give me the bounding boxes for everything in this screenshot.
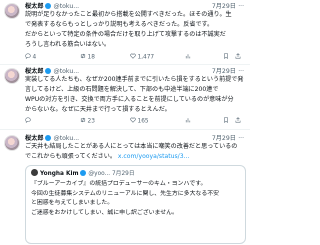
tweet-text-line: でこれからも頑張ってください。 x.com/yooya/status/3... xyxy=(25,152,246,162)
quoted-text-line: 今回の生徒募集システムのリニューアルに関し、先生方に多大なる不安 xyxy=(31,190,220,197)
tweet-text-line: ろうし言われる筋合いはない。 xyxy=(25,41,111,49)
quoted-avatar xyxy=(31,169,38,176)
views-icon xyxy=(185,118,191,123)
quoted-tweet-date: 7月29日 xyxy=(111,171,135,177)
retweet-count: 18 xyxy=(87,54,95,61)
verified-icon xyxy=(44,2,51,9)
tweet-text-line: 言してるけど、上級の石問題を解決して、下部のも中途半端に200連で xyxy=(25,86,219,94)
author-name[interactable]: 桜太郎 xyxy=(25,68,44,75)
tweet-text-line: 説明が足りなかったこと最初から搭載を公開すべきだった。ほその通り。生 xyxy=(25,11,232,18)
avatar[interactable] xyxy=(4,3,20,19)
tweet-text: 実装してる人たちも、なぜか200連手前までに引いたら損をするという前提で発 言し… xyxy=(25,75,246,115)
retweet-button[interactable]: 23 xyxy=(80,117,95,125)
share-icon xyxy=(235,117,241,123)
author-handle[interactable]: @toku... xyxy=(54,68,80,75)
reply-icon xyxy=(25,117,31,123)
heart-icon xyxy=(130,117,136,123)
tweet-2[interactable]: 桜太郎 @toku... 7月29日 ··· 実装してる人たちも、なぜか200連… xyxy=(0,65,250,117)
tweet-actions: 23 165 xyxy=(25,117,243,126)
bookmark-icon xyxy=(224,53,228,59)
reply-button[interactable]: 4 xyxy=(25,53,36,61)
tweet-actions: 4 18 1,477 xyxy=(25,53,243,62)
views-icon xyxy=(185,54,191,59)
share-icon xyxy=(235,53,241,59)
tweet-text: 説明が足りなかったこと最初から搭載を公開すべきだった。ほその通り。生 で発表する… xyxy=(25,10,246,50)
views-button[interactable] xyxy=(185,53,193,61)
quoted-author-handle: @yoo... xyxy=(88,171,111,177)
bookmark-button[interactable] xyxy=(223,117,231,125)
reply-button[interactable] xyxy=(25,117,33,125)
retweet-count: 23 xyxy=(87,118,95,125)
avatar[interactable] xyxy=(4,135,20,151)
tweet-text-line: 実装してる人たちも、なぜか200連手前までに引いたら損をするという前提で発 xyxy=(25,76,244,83)
retweet-icon xyxy=(80,53,86,59)
tweet-text: ご天井も結局したことがある人にとっては本当に嘲笑の改善だと思っているの でこれか… xyxy=(25,142,246,162)
quoted-tweet-header: Yongha Kim @yoo... 7月29日 xyxy=(31,169,135,178)
quoted-author-name: Yongha Kim xyxy=(40,171,79,177)
quoted-tweet-text: 『ブルーアーカイブ』の統括プロデューサーのキム・ヨンハです。 今回の生徒募集シス… xyxy=(31,180,241,218)
like-button[interactable]: 1,477 xyxy=(130,53,154,61)
author-handle[interactable]: @toku... xyxy=(54,3,80,10)
divider xyxy=(0,129,250,130)
reply-count: 4 xyxy=(32,54,37,61)
tweet-text-line: からないな。なぜに天井まで行って損するとえんだ。 xyxy=(25,106,171,114)
bookmark-button[interactable] xyxy=(223,53,231,61)
author-handle[interactable]: @toku... xyxy=(54,135,80,142)
author-name[interactable]: 桜太郎 xyxy=(25,3,44,10)
like-count: 1,477 xyxy=(137,54,155,61)
verified-icon xyxy=(44,134,51,141)
tweet-3[interactable]: 桜太郎 @toku... 7月29日 ··· ご天井も結局したことがある人にとっ… xyxy=(0,132,250,245)
share-button[interactable] xyxy=(235,117,243,125)
heart-icon xyxy=(130,53,136,59)
tweet-text-line: ご天井も結局したことがある人にとっては本当に嘲笑の改善だと思っているの xyxy=(25,143,238,150)
avatar[interactable] xyxy=(4,68,20,84)
quoted-text-line: と困惑を与えてしまいました。 xyxy=(31,200,114,207)
like-button[interactable]: 165 xyxy=(130,117,149,125)
tweet-text-fragment: でこれからも頑張ってください。 xyxy=(25,153,116,161)
tweet-text-line: だからといって特定の条件の場合だけを取り上げて攻撃するのは不誠実だ xyxy=(25,31,226,39)
quoted-tweet[interactable]: Yongha Kim @yoo... 7月29日 『ブルーアーカイブ』の統括プロ… xyxy=(25,165,246,244)
views-button[interactable] xyxy=(185,117,193,125)
author-name[interactable]: 桜太郎 xyxy=(25,135,44,142)
like-count: 165 xyxy=(137,118,149,125)
verified-icon xyxy=(44,67,51,74)
quoted-text-line: ご迷惑をおかけしてしまい、誠に申し訳ございません。 xyxy=(31,209,178,216)
share-button[interactable] xyxy=(235,53,243,61)
tweet-text-line: で発表するならもっとしっかり説明も考えるべきだった。反省です。 xyxy=(25,21,214,29)
bookmark-icon xyxy=(224,117,228,123)
tweet-1[interactable]: 桜太郎 @toku... 7月29日 ··· 説明が足りなかったこと最初から搭載… xyxy=(0,0,250,50)
tweet-link[interactable]: x.com/yooya/status/3... xyxy=(118,153,190,160)
verified-icon xyxy=(79,169,86,176)
retweet-button[interactable]: 18 xyxy=(80,53,95,61)
tweet-text-line: WPUの対方を引き、交換で両方手に入ることを前提にしているのが意味が分 xyxy=(25,96,234,104)
quoted-text-line: 『ブルーアーカイブ』の統括プロデューサーのキム・ヨンハです。 xyxy=(31,181,207,187)
retweet-icon xyxy=(80,117,86,123)
reply-icon xyxy=(25,53,31,59)
